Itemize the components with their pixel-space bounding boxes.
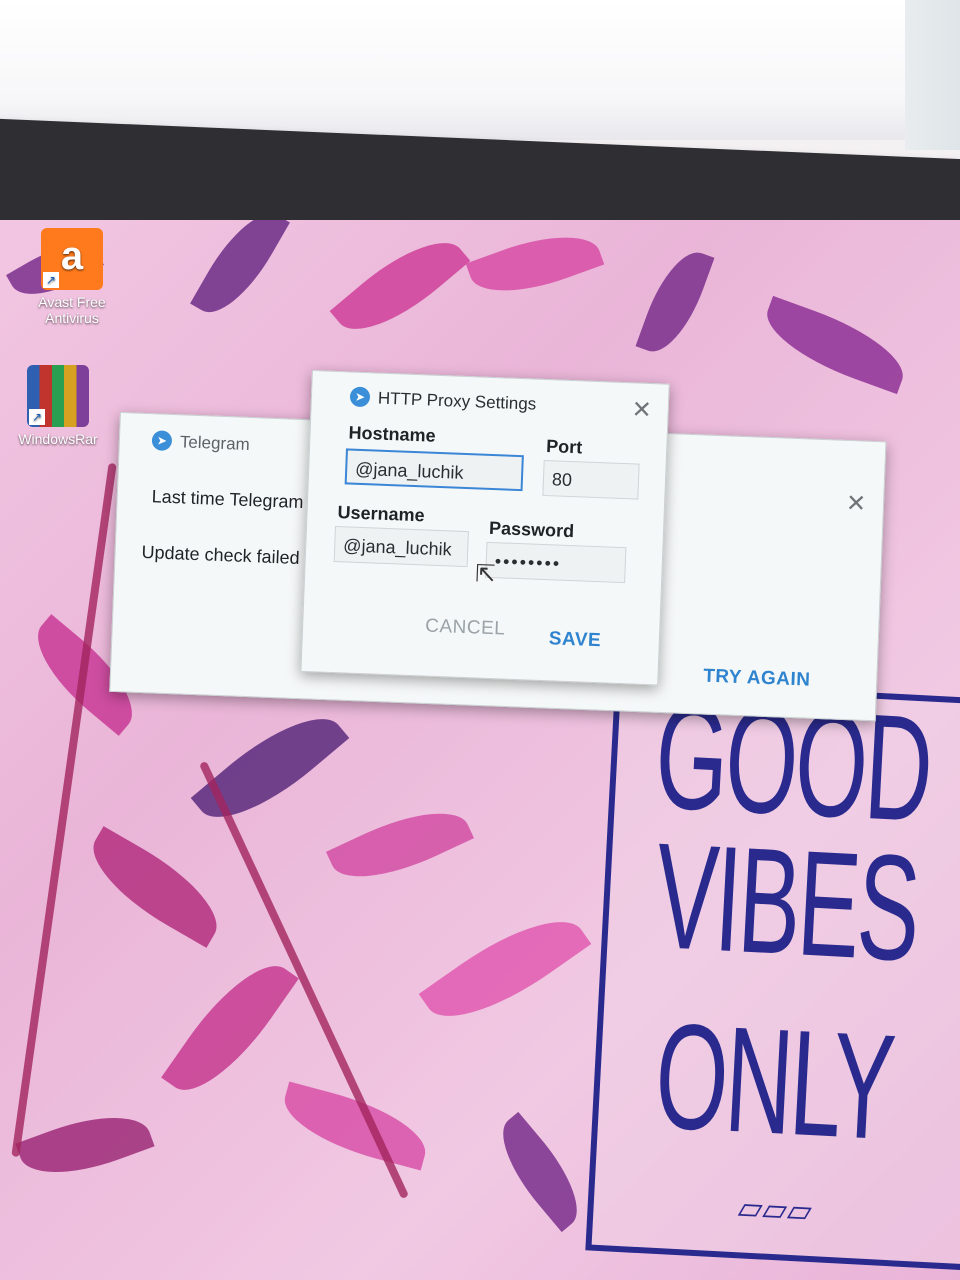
username-field[interactable]: @jana_luchik xyxy=(333,525,469,568)
wallpaper-leaf xyxy=(465,220,605,309)
window-frame xyxy=(905,0,960,150)
wallpaper-stem xyxy=(198,760,410,1200)
dialog-title: Telegram xyxy=(179,432,251,454)
desktop-icon-avast[interactable]: ↗ Avast Free Antivirus xyxy=(22,228,122,326)
desktop-icon-winrar[interactable]: ↗ WindowsRar xyxy=(8,365,108,447)
telegram-icon: ➤ xyxy=(151,430,173,452)
telegram-icon: ➤ xyxy=(349,386,371,408)
hostname-field[interactable]: @jana_luchik xyxy=(344,448,524,492)
shortcut-arrow-icon: ↗ xyxy=(29,409,45,425)
try-again-button[interactable]: TRY AGAIN xyxy=(703,666,811,692)
close-icon[interactable]: ✕ xyxy=(631,395,652,425)
close-icon[interactable]: ✕ xyxy=(845,489,867,519)
last-update-message: Last time Telegram D xyxy=(151,486,322,513)
mouse-cursor-icon: ⇱ xyxy=(474,560,496,589)
wallpaper-leaf xyxy=(190,695,350,841)
avast-icon: ↗ xyxy=(41,228,103,290)
wallpaper-leaf xyxy=(161,946,299,1110)
wallpaper-logo: ▱▱▱ xyxy=(737,1189,813,1229)
wallpaper-text-only: ONLY xyxy=(651,991,897,1172)
desktop-screen: GOOD VIBES ONLY ▱▱▱ ↗ Avast Free Antivir… xyxy=(0,220,960,1280)
wallpaper-leaf xyxy=(325,792,475,898)
window-glare xyxy=(0,0,960,140)
wallpaper-text-vibes: VIBES xyxy=(651,811,922,993)
wallpaper-leaf xyxy=(76,826,234,948)
wallpaper-leaf xyxy=(484,1111,596,1233)
shortcut-arrow-icon: ↗ xyxy=(43,272,59,288)
dialog-title: HTTP Proxy Settings xyxy=(377,388,537,414)
wallpaper-leaf xyxy=(190,220,290,327)
wallpaper-leaf xyxy=(15,1099,155,1191)
winrar-icon: ↗ xyxy=(27,365,89,427)
wallpaper-leaf xyxy=(418,896,592,1042)
password-field[interactable]: •••••••• xyxy=(485,541,627,584)
desktop-icon-label: Avast Free Antivirus xyxy=(38,294,106,326)
desktop-icon-label: WindowsRar xyxy=(18,431,98,447)
wallpaper-leaf xyxy=(329,221,471,351)
hostname-label: Hostname xyxy=(348,422,436,446)
username-label: Username xyxy=(337,502,425,526)
save-button[interactable]: SAVE xyxy=(548,628,601,652)
password-label: Password xyxy=(488,517,575,542)
update-check-failed-message: Update check failed : xyxy=(141,541,311,569)
wallpaper-leaf xyxy=(635,242,715,362)
wallpaper-leaf xyxy=(755,295,915,395)
port-label: Port xyxy=(545,436,583,458)
wallpaper-stem xyxy=(11,462,117,1158)
proxy-settings-dialog: ➤ HTTP Proxy Settings ✕ Hostname @jana_l… xyxy=(300,370,670,686)
port-field[interactable]: 80 xyxy=(542,459,640,500)
cancel-button[interactable]: CANCEL xyxy=(425,616,506,641)
